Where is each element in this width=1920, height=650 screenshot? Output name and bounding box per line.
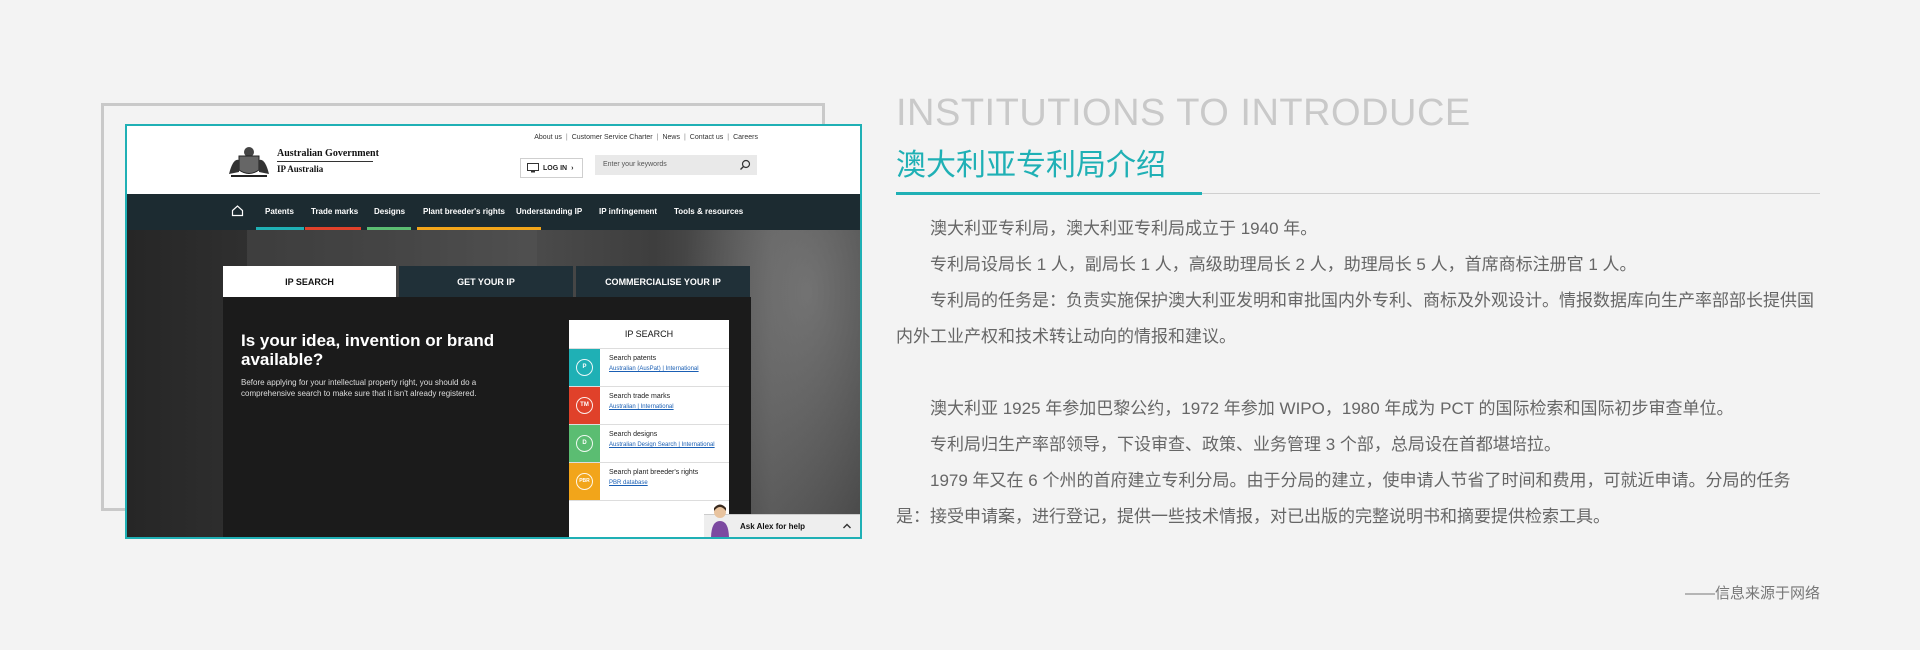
government-name: Australian Government: [277, 148, 379, 159]
row-color-block: TM: [569, 387, 600, 424]
row-color-block: D: [569, 425, 600, 462]
source-note: ——信息来源于网络: [1684, 585, 1820, 602]
paragraph-3: 专利局的任务是：负责实施保护澳大利亚发明和审批国内外专利、商标及外观设计。情报数…: [896, 291, 1814, 346]
ip-search-box: IP SEARCH P Search patents Australian (A…: [569, 320, 729, 537]
nav-tools-resources[interactable]: Tools & resources: [674, 207, 743, 216]
row-color-block: P: [569, 349, 600, 386]
nav-ip-infringement[interactable]: IP infringement: [599, 207, 657, 216]
paragraph-1: 澳大利亚专利局，澳大利亚专利局成立于 1940 年。: [896, 219, 1318, 238]
paragraph-6: 1979 年又在 6 个州的首府建立专利分局。由于分局的建立，使申请人节省了时间…: [896, 471, 1791, 526]
heading-accent-bar: [896, 192, 1202, 195]
monitor-icon: [527, 163, 539, 173]
nav-plant-breeders-rights[interactable]: Plant breeder's rights: [423, 207, 505, 216]
english-heading: INSTITUTIONS TO INTRODUCE: [896, 92, 1471, 134]
tab-get-your-ip[interactable]: GET YOUR IP: [399, 266, 573, 297]
ip-australia-screenshot: Australian Government IP Australia About…: [125, 124, 862, 539]
row-title: Search trade marks: [609, 393, 671, 400]
agency-name: IP Australia: [277, 164, 324, 174]
search-row-pbr[interactable]: PBR Search plant breeder's rights PBR da…: [569, 463, 729, 501]
ask-alex-widget[interactable]: Ask Alex for help: [704, 504, 860, 537]
row-links[interactable]: Australian | International: [609, 403, 674, 411]
separator: |: [683, 134, 686, 141]
util-link-news[interactable]: News: [662, 134, 680, 141]
row-title: Search patents: [609, 355, 657, 362]
row-title: Search designs: [609, 431, 658, 438]
util-link-contact[interactable]: Contact us: [690, 134, 723, 141]
row-title: Search plant breeder's rights: [609, 469, 699, 476]
row-links[interactable]: Australian Design Search | International: [609, 441, 719, 449]
main-nav: Patents Trade marks Designs Plant breede…: [127, 194, 860, 230]
util-link-charter[interactable]: Customer Service Charter: [572, 134, 653, 141]
site-header: Australian Government IP Australia About…: [127, 126, 860, 194]
patent-badge-icon: P: [576, 359, 593, 376]
coat-of-arms-icon: [229, 147, 269, 177]
search-row-designs[interactable]: D Search designs Australian Design Searc…: [569, 425, 729, 463]
keyword-search-input[interactable]: Enter your keywords: [595, 155, 757, 175]
login-label: LOG IN: [543, 164, 568, 172]
ip-tabs: IP SEARCH GET YOUR IP COMMERCIALISE YOUR…: [223, 266, 753, 297]
hero-banner: IP SEARCH GET YOUR IP COMMERCIALISE YOUR…: [127, 230, 860, 537]
search-row-trade-marks[interactable]: TM Search trade marks Australian | Inter…: [569, 387, 729, 425]
separator: |: [656, 134, 659, 141]
search-placeholder: Enter your keywords: [603, 161, 667, 168]
nav-patents[interactable]: Patents: [265, 207, 294, 216]
hero-text: Before applying for your intellectual pr…: [241, 378, 477, 398]
paragraph-2: 专利局设局长 1 人，副局长 1 人，高级助理局长 2 人，助理局长 5 人，首…: [896, 255, 1637, 274]
design-badge-icon: D: [576, 435, 593, 452]
login-button[interactable]: LOG IN ›: [520, 158, 583, 178]
row-color-block: PBR: [569, 463, 600, 500]
chevron-up-icon[interactable]: [842, 521, 852, 531]
separator: |: [727, 134, 730, 141]
search-box-title: IP SEARCH: [569, 320, 729, 349]
nav-designs[interactable]: Designs: [374, 207, 405, 216]
home-icon[interactable]: [231, 204, 244, 217]
search-icon[interactable]: [739, 159, 751, 171]
paragraph-4: 澳大利亚 1925 年参加巴黎公约，1972 年参加 WIPO，1980 年成为…: [896, 399, 1734, 418]
util-link-careers[interactable]: Careers: [733, 134, 758, 141]
trade-mark-badge-icon: TM: [576, 397, 593, 414]
pbr-badge-icon: PBR: [576, 473, 593, 490]
paragraph-5: 专利局归生产率部领导，下设审查、政策、业务管理 3 个部，总局设在首都堪培拉。: [896, 435, 1561, 454]
utility-links: About us | Customer Service Charter | News…: [534, 134, 758, 141]
chinese-heading: 澳大利亚专利局介绍: [896, 149, 1166, 182]
ask-alex-label: Ask Alex for help: [740, 522, 806, 531]
util-link-about[interactable]: About us: [534, 134, 562, 141]
tab-commercialise-your-ip[interactable]: COMMERCIALISE YOUR IP: [576, 266, 750, 297]
search-row-patents[interactable]: P Search patents Australian (AusPat) | I…: [569, 349, 729, 387]
nav-trade-marks[interactable]: Trade marks: [311, 207, 358, 216]
nav-understanding-ip[interactable]: Understanding IP: [516, 207, 582, 216]
separator: |: [565, 134, 568, 141]
hero-title: Is your idea, invention or brand availab…: [241, 331, 495, 369]
logo-divider: [277, 161, 373, 162]
avatar-icon: [711, 504, 729, 537]
chevron-right-icon: ›: [571, 164, 574, 172]
row-links[interactable]: Australian (AusPat) | International: [609, 365, 699, 373]
row-links[interactable]: PBR database: [609, 479, 648, 487]
tab-ip-search[interactable]: IP SEARCH: [223, 266, 396, 297]
